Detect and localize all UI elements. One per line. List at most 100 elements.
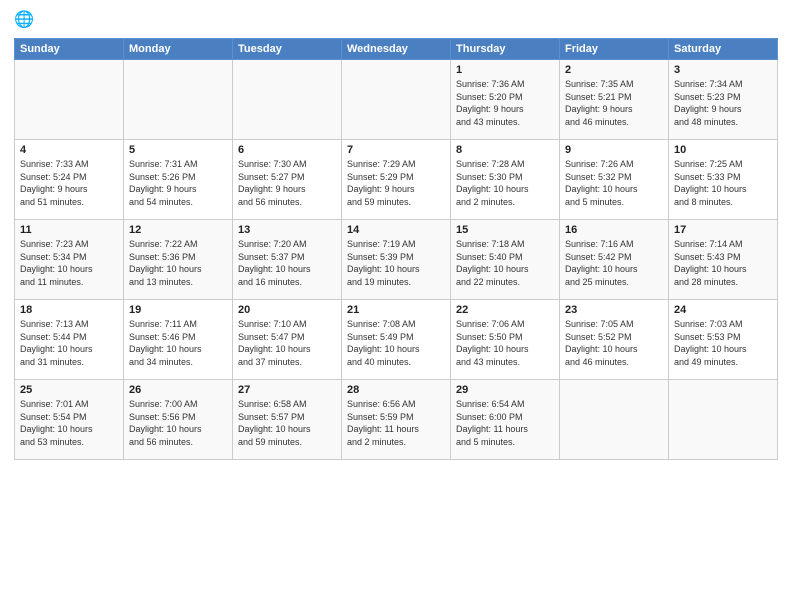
day-number: 12 (129, 224, 227, 236)
day-number: 13 (238, 224, 336, 236)
day-content: Sunrise: 7:33 AM Sunset: 5:24 PM Dayligh… (20, 158, 118, 208)
day-content: Sunrise: 7:31 AM Sunset: 5:26 PM Dayligh… (129, 158, 227, 208)
day-number: 3 (674, 64, 772, 76)
calendar-header-row: SundayMondayTuesdayWednesdayThursdayFrid… (15, 39, 778, 60)
day-content: Sunrise: 6:54 AM Sunset: 6:00 PM Dayligh… (456, 398, 554, 448)
day-cell: 26Sunrise: 7:00 AM Sunset: 5:56 PM Dayli… (124, 380, 233, 460)
day-content: Sunrise: 7:18 AM Sunset: 5:40 PM Dayligh… (456, 238, 554, 288)
day-number: 9 (565, 144, 663, 156)
week-row-4: 18 Sunrise: 7:13 AM Sunset: 5:44 PM Dayli… (15, 300, 778, 380)
day-number: 29 (456, 384, 554, 396)
day-number: 20 (238, 304, 336, 316)
day-number: 16 (565, 224, 663, 236)
day-content: Sunrise: 7:25 AM Sunset: 5:33 PM Dayligh… (674, 158, 772, 208)
day-cell: 28 Sunrise: 6:56 AM Sunset: 5:59 PM Dayli… (342, 380, 451, 460)
day-content: Sunrise: 7:11 AM Sunset: 5:46 PM Dayligh… (129, 318, 227, 368)
day-number: 10 (674, 144, 772, 156)
day-number: 5 (129, 144, 227, 156)
col-header-wednesday: Wednesday (342, 39, 451, 60)
day-number: 4 (20, 144, 118, 156)
col-header-monday: Monday (124, 39, 233, 60)
day-cell: 8 Sunrise: 7:28 AM Sunset: 5:30 PM Daylig… (451, 140, 560, 220)
page-container: 🌐 SundayMondayTuesdayWednesdayThursdayFr… (0, 0, 792, 470)
day-cell (233, 60, 342, 140)
day-cell: 19 Sunrise: 7:11 AM Sunset: 5:46 PM Dayli… (124, 300, 233, 380)
day-number: 6 (238, 144, 336, 156)
day-cell: 11 Sunrise: 7:23 AM Sunset: 5:34 PM Dayli… (15, 220, 124, 300)
day-content: Sunrise: 7:29 AM Sunset: 5:29 PM Dayligh… (347, 158, 445, 208)
day-content: Sunrise: 7:06 AM Sunset: 5:50 PM Dayligh… (456, 318, 554, 368)
day-content: Sunrise: 7:08 AM Sunset: 5:49 PM Dayligh… (347, 318, 445, 368)
col-header-tuesday: Tuesday (233, 39, 342, 60)
day-cell: 10 Sunrise: 7:25 AM Sunset: 5:33 PM Dayli… (669, 140, 778, 220)
day-content: Sunrise: 7:22 AM Sunset: 5:36 PM Dayligh… (129, 238, 227, 288)
day-cell (669, 380, 778, 460)
day-cell: 5 Sunrise: 7:31 AM Sunset: 5:26 PM Daylig… (124, 140, 233, 220)
week-row-2: 4 Sunrise: 7:33 AM Sunset: 5:24 PM Daylig… (15, 140, 778, 220)
day-cell: 21Sunrise: 7:08 AM Sunset: 5:49 PM Dayli… (342, 300, 451, 380)
day-cell: 1 Sunrise: 7:36 AM Sunset: 5:20 PM Daylig… (451, 60, 560, 140)
day-number: 1 (456, 64, 554, 76)
day-cell: 4 Sunrise: 7:33 AM Sunset: 5:24 PM Daylig… (15, 140, 124, 220)
day-cell: 23 Sunrise: 7:05 AM Sunset: 5:52 PM Dayli… (560, 300, 669, 380)
day-content: Sunrise: 7:05 AM Sunset: 5:52 PM Dayligh… (565, 318, 663, 368)
day-cell: 15 Sunrise: 7:18 AM Sunset: 5:40 PM Dayli… (451, 220, 560, 300)
day-content: Sunrise: 7:30 AM Sunset: 5:27 PM Dayligh… (238, 158, 336, 208)
day-content: Sunrise: 7:14 AM Sunset: 5:43 PM Dayligh… (674, 238, 772, 288)
day-cell: 3 Sunrise: 7:34 AM Sunset: 5:23 PM Daylig… (669, 60, 778, 140)
day-content: Sunrise: 6:56 AM Sunset: 5:59 PM Dayligh… (347, 398, 445, 448)
day-number: 24 (674, 304, 772, 316)
day-content: Sunrise: 7:01 AM Sunset: 5:54 PM Dayligh… (20, 398, 118, 448)
day-content: Sunrise: 7:36 AM Sunset: 5:20 PM Dayligh… (456, 78, 554, 128)
day-content: Sunrise: 7:10 AM Sunset: 5:47 PM Dayligh… (238, 318, 336, 368)
day-number: 19 (129, 304, 227, 316)
day-content: Sunrise: 7:16 AM Sunset: 5:42 PM Dayligh… (565, 238, 663, 288)
day-cell: 2Sunrise: 7:35 AM Sunset: 5:21 PM Daylig… (560, 60, 669, 140)
day-cell: 22 Sunrise: 7:06 AM Sunset: 5:50 PM Dayli… (451, 300, 560, 380)
day-content: Sunrise: 7:00 AM Sunset: 5:56 PM Dayligh… (129, 398, 227, 448)
day-content: Sunrise: 7:13 AM Sunset: 5:44 PM Dayligh… (20, 318, 118, 368)
day-content: Sunrise: 6:58 AM Sunset: 5:57 PM Dayligh… (238, 398, 336, 448)
day-content: Sunrise: 7:34 AM Sunset: 5:23 PM Dayligh… (674, 78, 772, 128)
day-number: 17 (674, 224, 772, 236)
day-cell: 16 Sunrise: 7:16 AM Sunset: 5:42 PM Dayli… (560, 220, 669, 300)
week-row-1: 1 Sunrise: 7:36 AM Sunset: 5:20 PM Daylig… (15, 60, 778, 140)
day-cell (342, 60, 451, 140)
week-row-5: 25 Sunrise: 7:01 AM Sunset: 5:54 PM Dayli… (15, 380, 778, 460)
col-header-friday: Friday (560, 39, 669, 60)
day-number: 25 (20, 384, 118, 396)
day-number: 15 (456, 224, 554, 236)
day-content: Sunrise: 7:28 AM Sunset: 5:30 PM Dayligh… (456, 158, 554, 208)
day-number: 23 (565, 304, 663, 316)
day-content: Sunrise: 7:19 AM Sunset: 5:39 PM Dayligh… (347, 238, 445, 288)
day-cell: 7 Sunrise: 7:29 AM Sunset: 5:29 PM Daylig… (342, 140, 451, 220)
day-number: 7 (347, 144, 445, 156)
day-cell: 20 Sunrise: 7:10 AM Sunset: 5:47 PM Dayli… (233, 300, 342, 380)
day-content: Sunrise: 7:26 AM Sunset: 5:32 PM Dayligh… (565, 158, 663, 208)
day-content: Sunrise: 7:35 AM Sunset: 5:21 PM Dayligh… (565, 78, 663, 128)
col-header-thursday: Thursday (451, 39, 560, 60)
week-row-3: 11 Sunrise: 7:23 AM Sunset: 5:34 PM Dayli… (15, 220, 778, 300)
day-cell: 12 Sunrise: 7:22 AM Sunset: 5:36 PM Dayli… (124, 220, 233, 300)
col-header-sunday: Sunday (15, 39, 124, 60)
col-header-saturday: Saturday (669, 39, 778, 60)
day-content: Sunrise: 7:23 AM Sunset: 5:34 PM Dayligh… (20, 238, 118, 288)
svg-text:🌐: 🌐 (14, 10, 34, 29)
day-cell: 14Sunrise: 7:19 AM Sunset: 5:39 PM Dayli… (342, 220, 451, 300)
day-content: Sunrise: 7:20 AM Sunset: 5:37 PM Dayligh… (238, 238, 336, 288)
day-cell (15, 60, 124, 140)
day-cell: 9 Sunrise: 7:26 AM Sunset: 5:32 PM Daylig… (560, 140, 669, 220)
day-number: 18 (20, 304, 118, 316)
day-cell: 25 Sunrise: 7:01 AM Sunset: 5:54 PM Dayli… (15, 380, 124, 460)
header: 🌐 (14, 10, 778, 32)
day-number: 22 (456, 304, 554, 316)
day-number: 8 (456, 144, 554, 156)
logo-icon: 🌐 (14, 10, 36, 32)
day-number: 28 (347, 384, 445, 396)
day-cell: 29 Sunrise: 6:54 AM Sunset: 6:00 PM Dayli… (451, 380, 560, 460)
day-number: 11 (20, 224, 118, 236)
calendar-table: SundayMondayTuesdayWednesdayThursdayFrid… (14, 38, 778, 460)
day-cell: 24Sunrise: 7:03 AM Sunset: 5:53 PM Dayli… (669, 300, 778, 380)
logo: 🌐 (14, 10, 40, 32)
day-cell: 27Sunrise: 6:58 AM Sunset: 5:57 PM Dayli… (233, 380, 342, 460)
